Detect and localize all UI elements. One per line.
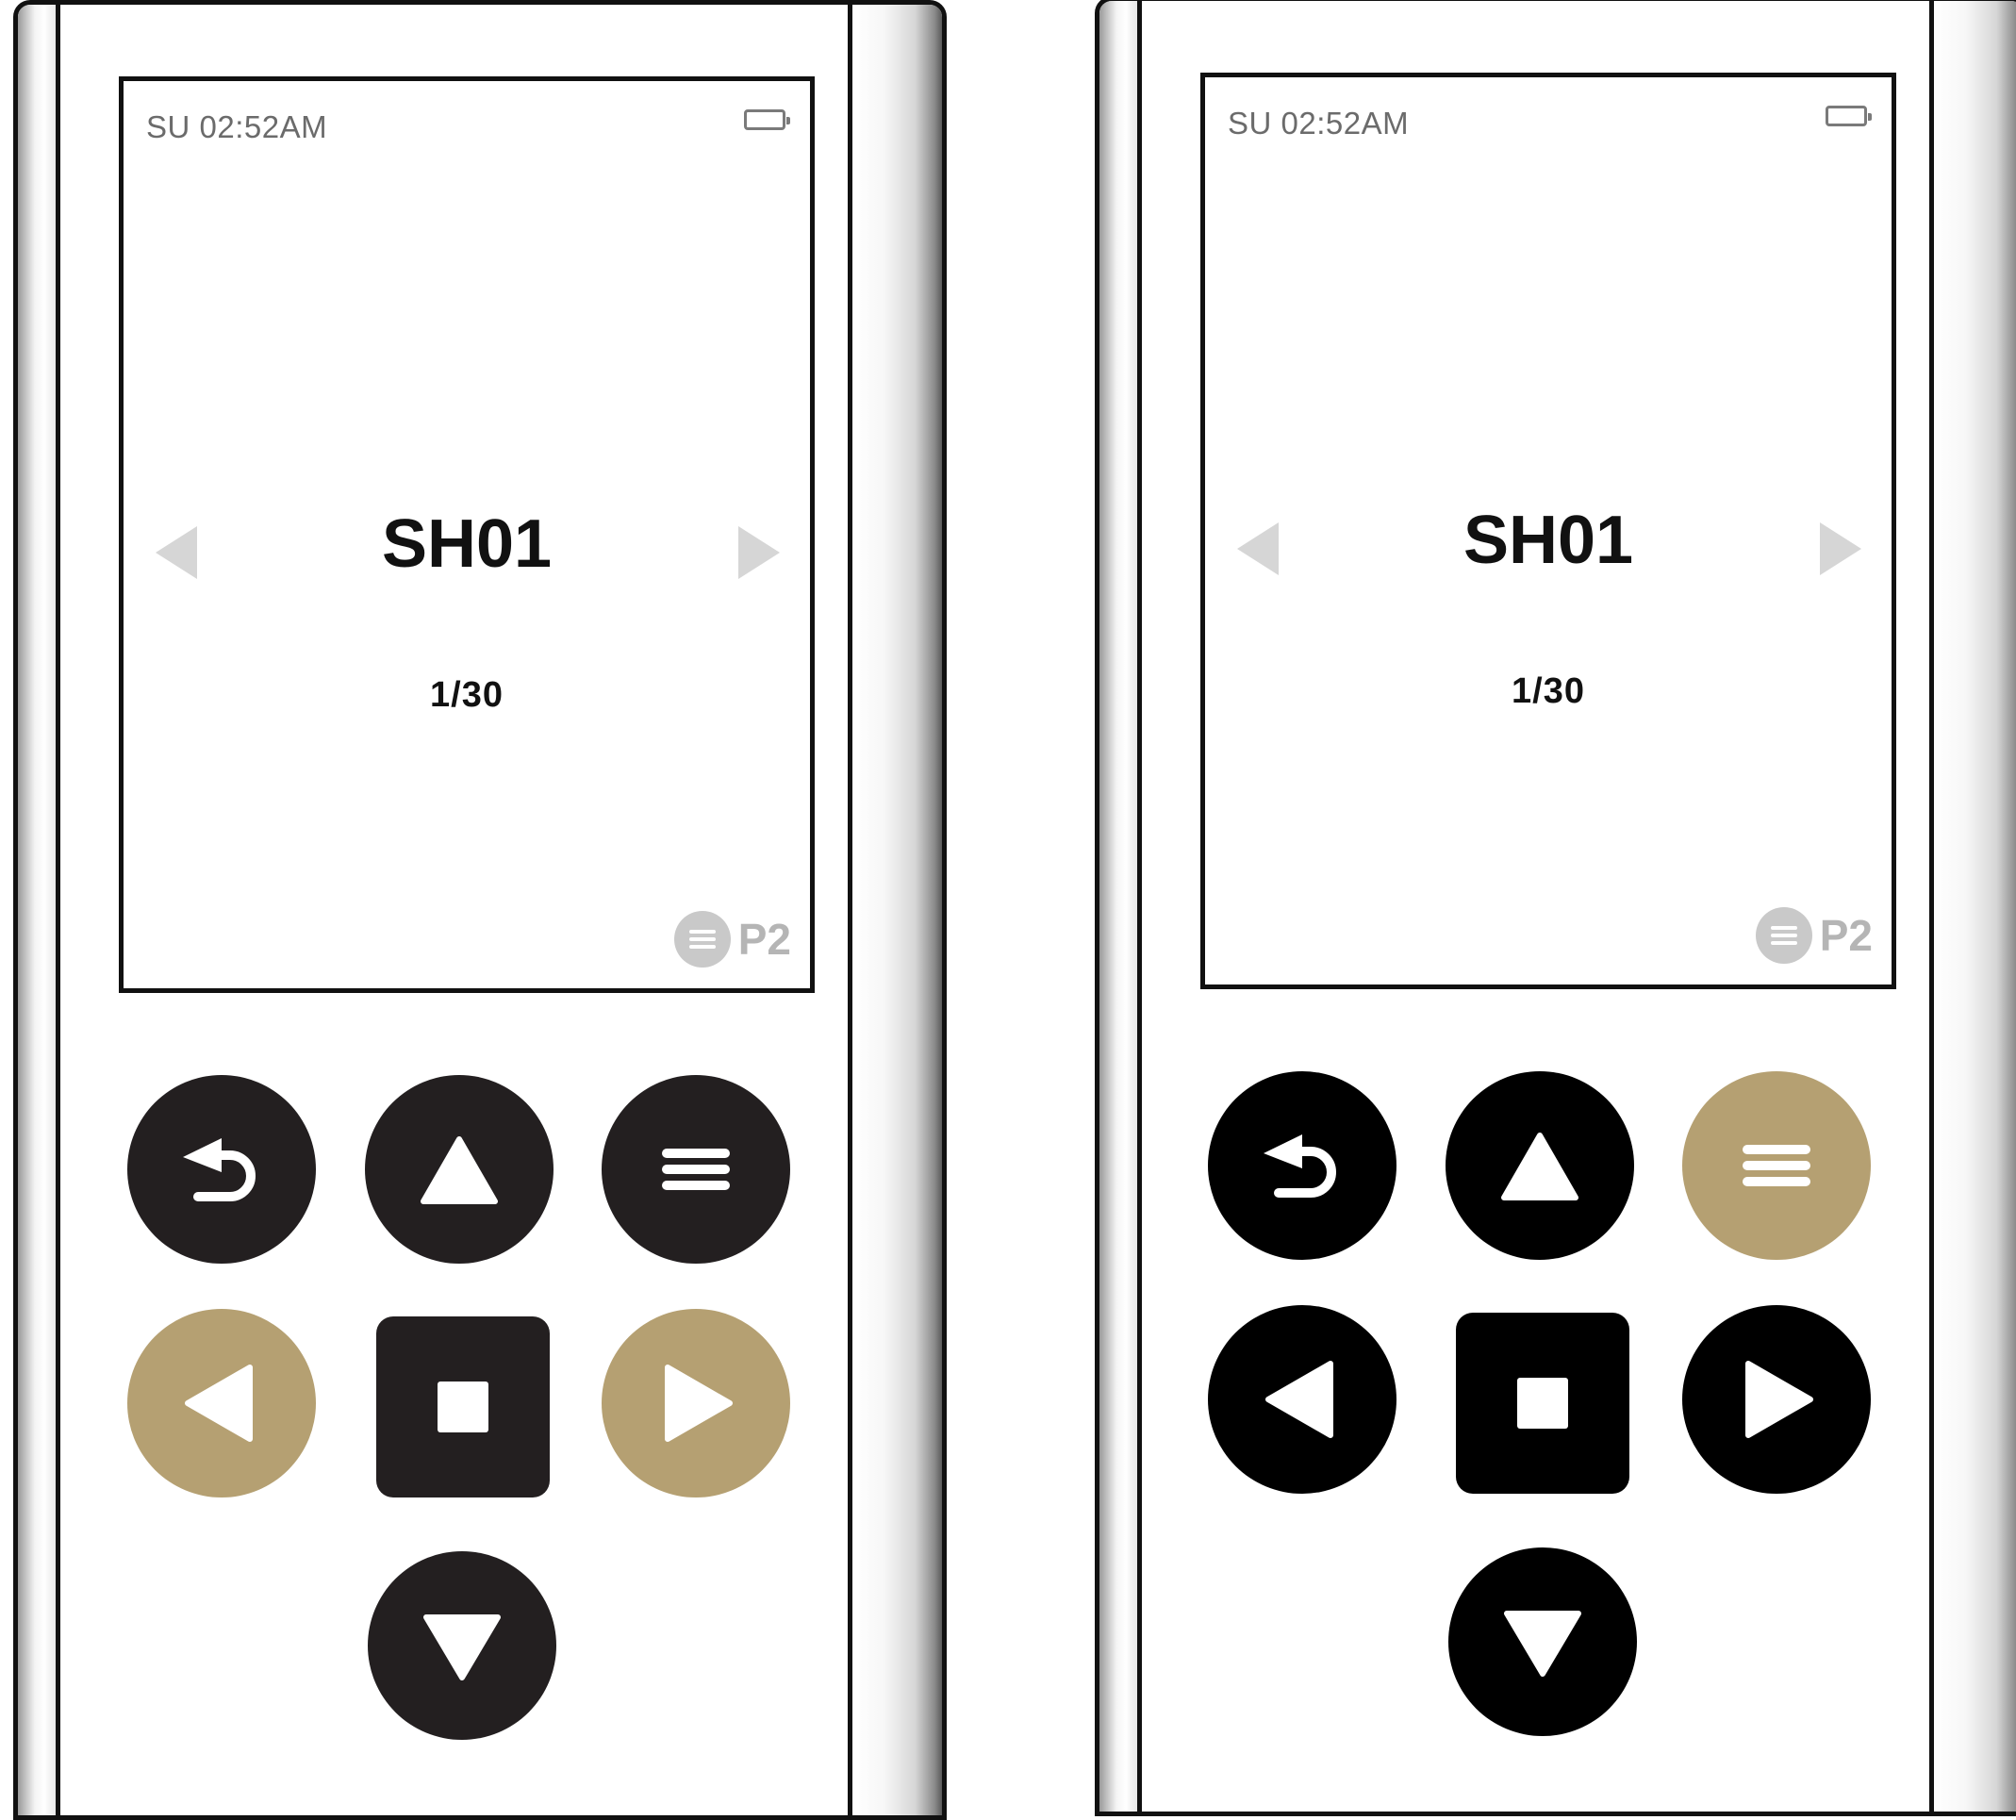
- device-rail-left: [1099, 1, 1142, 1812]
- menu-button[interactable]: [602, 1075, 790, 1264]
- scene-counter: 1/30: [1512, 671, 1585, 711]
- left-button[interactable]: [1208, 1305, 1396, 1494]
- clock-text: SU 02:52AM: [146, 109, 328, 144]
- stop-button[interactable]: [376, 1316, 550, 1497]
- back-button[interactable]: [1208, 1071, 1396, 1260]
- down-button[interactable]: [1448, 1547, 1637, 1736]
- down-arrow-icon: [423, 1614, 501, 1680]
- next-scene-arrow-icon[interactable]: [735, 524, 784, 581]
- up-arrow-icon: [421, 1136, 498, 1204]
- right-arrow-icon: [665, 1365, 733, 1442]
- remote-left: SU 02:52AM SH01 1/30 P2: [13, 0, 947, 1820]
- up-button[interactable]: [365, 1075, 554, 1264]
- menu-icon: [1743, 1145, 1810, 1186]
- menu-icon: [673, 911, 731, 968]
- scene-counter: 1/30: [430, 675, 504, 715]
- return-icon: [1264, 1134, 1336, 1198]
- next-scene-arrow-icon[interactable]: [1816, 521, 1865, 577]
- remote-right: SU 02:52AM SH01 1/30 P2: [1095, 0, 2016, 1816]
- display-screen: SU 02:52AM SH01 1/30 P2: [119, 76, 815, 993]
- stop-icon: [1517, 1378, 1568, 1429]
- device-rail-left: [18, 5, 60, 1815]
- right-button[interactable]: [1682, 1305, 1871, 1494]
- battery-icon: [1826, 106, 1872, 126]
- left-arrow-icon: [1265, 1361, 1333, 1438]
- menu-icon: [1755, 907, 1812, 964]
- menu-button[interactable]: [1682, 1071, 1871, 1260]
- scene-name: SH01: [381, 506, 553, 582]
- display-screen: SU 02:52AM SH01 1/30 P2: [1200, 73, 1896, 989]
- clock-text: SU 02:52AM: [1228, 106, 1410, 141]
- down-button[interactable]: [368, 1551, 556, 1740]
- stop-button[interactable]: [1456, 1313, 1629, 1494]
- preset-label: P2: [737, 915, 791, 964]
- back-button[interactable]: [127, 1075, 316, 1264]
- scene-name: SH01: [1462, 503, 1634, 578]
- up-arrow-icon: [1501, 1133, 1578, 1200]
- battery-icon: [744, 109, 790, 130]
- up-button[interactable]: [1446, 1071, 1634, 1260]
- right-button[interactable]: [602, 1309, 790, 1497]
- left-button[interactable]: [127, 1309, 316, 1497]
- preset-indicator: P2: [673, 911, 791, 968]
- device-rail-right: [848, 5, 942, 1815]
- menu-icon: [662, 1149, 730, 1190]
- device-rail-right: [1929, 1, 2016, 1812]
- down-arrow-icon: [1504, 1611, 1581, 1677]
- preset-indicator: P2: [1755, 907, 1873, 964]
- right-arrow-icon: [1745, 1361, 1813, 1438]
- preset-label: P2: [1819, 911, 1873, 960]
- return-icon: [183, 1138, 256, 1201]
- stop-icon: [438, 1382, 488, 1432]
- left-arrow-icon: [185, 1365, 253, 1442]
